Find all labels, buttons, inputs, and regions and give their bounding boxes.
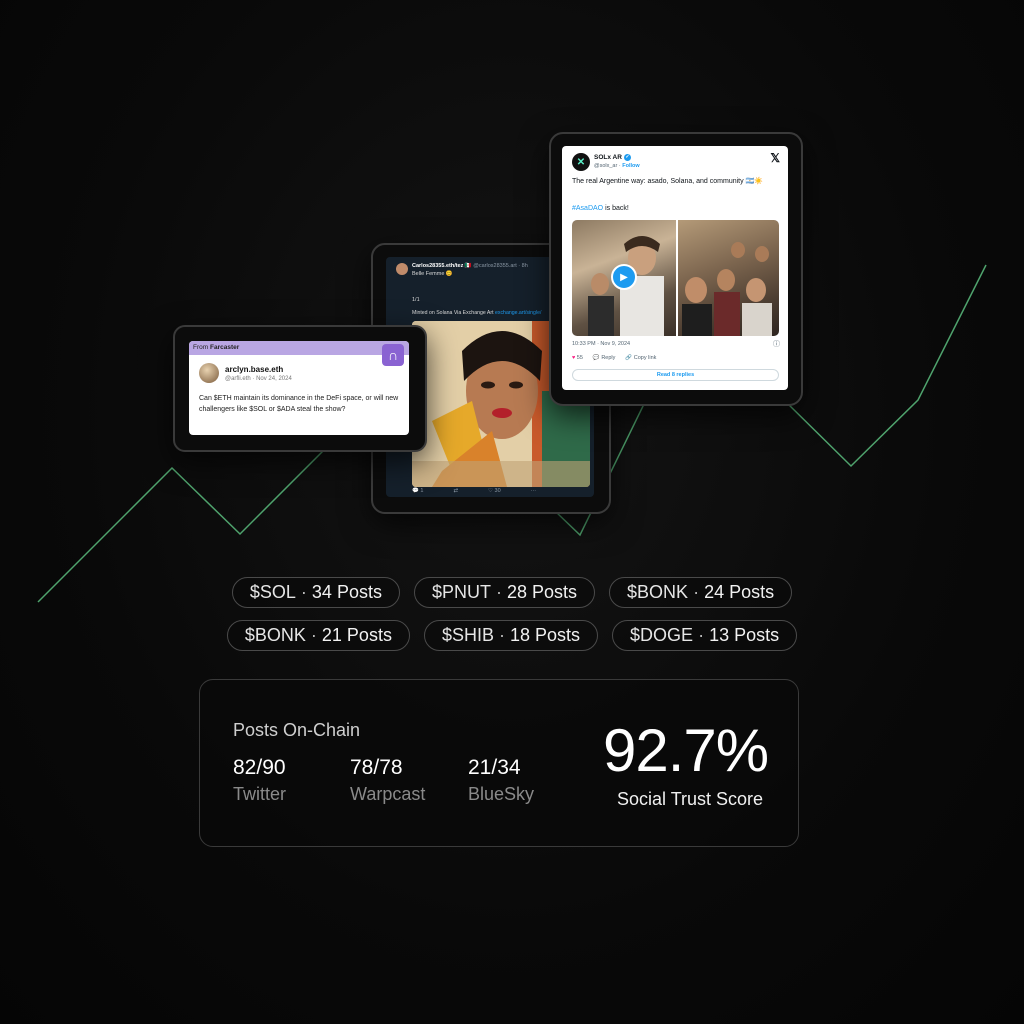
- hashtag-suffix: is back!: [603, 205, 629, 212]
- x-logo-icon[interactable]: 𝕏: [770, 151, 780, 165]
- tweet-actions: ♥ 55 💬 Reply 🔗 Copy link: [572, 355, 656, 361]
- tweet-timestamp: 10:33 PM · Nov 9, 2024: [572, 341, 631, 347]
- token-pill[interactable]: $BONK · 21 Posts: [226, 620, 410, 651]
- separator: ·: [498, 625, 505, 645]
- more-action[interactable]: ···: [531, 488, 537, 494]
- mint-label: Minted on Solana Via Exchange Art: [412, 310, 494, 316]
- trust-score-value: 92.7%: [603, 717, 769, 784]
- avatar: [396, 263, 408, 275]
- pill-row: $SOL · 34 Posts $PNUT · 28 Posts $BONK · 24 Po…: [0, 577, 1024, 608]
- stats-title: Posts On-Chain: [233, 720, 361, 740]
- separator: ·: [310, 625, 317, 645]
- tweet-text: Belle Femme 😊: [412, 271, 453, 277]
- mint-text: Minted on Solana Via Exchange Art exchan…: [412, 310, 541, 316]
- token-count: 34 Posts: [311, 582, 382, 602]
- pill-row: $BONK · 21 Posts $SHIB · 18 Posts $DOGE · 13 P…: [0, 620, 1024, 651]
- tweet-header: Carlos28355.eth/tez 🇲🇽 @carlos28355.art …: [412, 263, 528, 269]
- token-count: 24 Posts: [704, 582, 775, 602]
- token-symbol: $BONK: [627, 582, 689, 602]
- solana-logo-icon: ✕: [572, 153, 590, 171]
- trend-line-path: [785, 264, 987, 468]
- token-pill[interactable]: $PNUT · 28 Posts: [413, 577, 596, 608]
- token-pill[interactable]: $DOGE · 13 Posts: [612, 620, 798, 651]
- sol-tweet-device: ✕ SOLx AR ✓ @solx_ar · Follow 𝕏 The real …: [549, 132, 803, 406]
- author-label: SOLx AR: [594, 154, 622, 162]
- tweet-media[interactable]: ▶: [572, 220, 779, 336]
- separator: ·: [300, 582, 307, 602]
- author-name[interactable]: arclyn.base.eth: [225, 365, 283, 374]
- stat-label: BlueSky: [468, 784, 535, 804]
- separator: ·: [495, 582, 502, 602]
- stat-value: 78/78: [350, 756, 403, 779]
- stat-warpcast: 78/78 Warpcast: [350, 756, 425, 805]
- stat-value: 21/34: [468, 756, 521, 779]
- separator: ·: [693, 582, 700, 602]
- farcaster-device: From Farcaster ∩ arclyn.base.eth @arfli.…: [173, 325, 427, 452]
- tweet-text: The real Argentine way: asado, Solana, a…: [572, 178, 763, 185]
- stat-value: 82/90: [233, 756, 286, 779]
- stat-twitter: 82/90 Twitter: [233, 756, 286, 805]
- thread-number: 1/1: [412, 297, 420, 303]
- hashtag-link[interactable]: #AsaDAO: [572, 205, 603, 212]
- reply-label: Reply: [601, 355, 616, 361]
- info-icon[interactable]: ⓘ: [773, 339, 780, 349]
- stat-bluesky: 21/34 BlueSky: [468, 756, 534, 805]
- avatar: [199, 363, 219, 383]
- author-handle: @carlos28355.art · 8h: [473, 263, 528, 269]
- like-action[interactable]: ♡ 30: [488, 488, 501, 494]
- token-pill[interactable]: $SOL · 34 Posts: [231, 577, 400, 608]
- author-name[interactable]: SOLx AR ✓: [594, 154, 631, 161]
- token-count: 18 Posts: [509, 625, 581, 645]
- trust-score-label: Social Trust Score: [617, 789, 764, 809]
- token-count: 21 Posts: [321, 625, 392, 645]
- token-symbol: $DOGE: [630, 625, 694, 645]
- farcaster-logo-icon: ∩: [382, 344, 404, 366]
- tweet-hashtag-line: #AsaDAO is back!: [572, 205, 629, 212]
- group-photo-right: [682, 242, 772, 336]
- token-count: 13 Posts: [709, 625, 780, 645]
- token-symbol: $PNUT: [431, 582, 491, 602]
- mint-link[interactable]: exchange.art/single/: [495, 310, 541, 316]
- source-prefix: From: [193, 344, 209, 351]
- heart-icon: ♥: [572, 355, 576, 361]
- source-bar: From Farcaster: [189, 341, 409, 355]
- link-icon: 🔗: [625, 355, 633, 361]
- reply-action[interactable]: 💬 Reply: [593, 355, 615, 361]
- retweet-action[interactable]: ⇄: [453, 488, 458, 494]
- token-symbol: $BONK: [244, 625, 306, 645]
- follow-button[interactable]: Follow: [622, 163, 639, 169]
- author-handle: @solx_ar · Follow: [594, 163, 640, 169]
- stats-panel: Posts On-Chain 82/90 Twitter 78/78 Warpc…: [199, 679, 799, 847]
- author-name[interactable]: Carlos28355.eth/tez 🇲🇽: [412, 263, 472, 269]
- stat-label: Twitter: [233, 784, 287, 804]
- farcaster-cast-card[interactable]: From Farcaster ∩ arclyn.base.eth @arfli.…: [189, 341, 409, 435]
- copy-link-label: Copy link: [633, 355, 657, 361]
- tweet-actions: 💬 1 ⇄ ♡ 30 ···: [412, 488, 590, 494]
- stat-label: Warpcast: [350, 784, 426, 804]
- read-replies-button[interactable]: Read 8 replies: [572, 369, 779, 381]
- verified-badge-icon: ✓: [623, 154, 631, 161]
- play-icon[interactable]: ▶: [611, 264, 637, 290]
- reply-action[interactable]: 💬 1: [412, 488, 423, 494]
- reply-icon: 💬: [592, 355, 600, 361]
- sol-tweet-card[interactable]: ✕ SOLx AR ✓ @solx_ar · Follow 𝕏 The real …: [562, 146, 788, 390]
- token-pills: $SOL · 34 Posts $PNUT · 28 Posts $BONK · 24 Po…: [0, 577, 1024, 663]
- like-action[interactable]: ♥ 55: [572, 355, 583, 361]
- copy-link-action[interactable]: 🔗 Copy link: [625, 355, 656, 361]
- token-count: 28 Posts: [506, 582, 578, 602]
- like-count: 55: [576, 355, 583, 361]
- author-meta: @arfli.eth · Nov 24, 2024: [225, 376, 292, 382]
- handle-text: @solx_ar: [594, 163, 618, 169]
- photo-right: [678, 220, 779, 336]
- source-name: Farcaster: [209, 344, 240, 351]
- token-pill[interactable]: $BONK · 24 Posts: [609, 577, 793, 608]
- cast-text: Can $ETH maintain its dominance in the D…: [199, 395, 399, 413]
- token-symbol: $SOL: [249, 582, 296, 602]
- token-symbol: $SHIB: [441, 625, 494, 645]
- separator: ·: [698, 625, 705, 645]
- token-pill[interactable]: $SHIB · 18 Posts: [423, 620, 599, 651]
